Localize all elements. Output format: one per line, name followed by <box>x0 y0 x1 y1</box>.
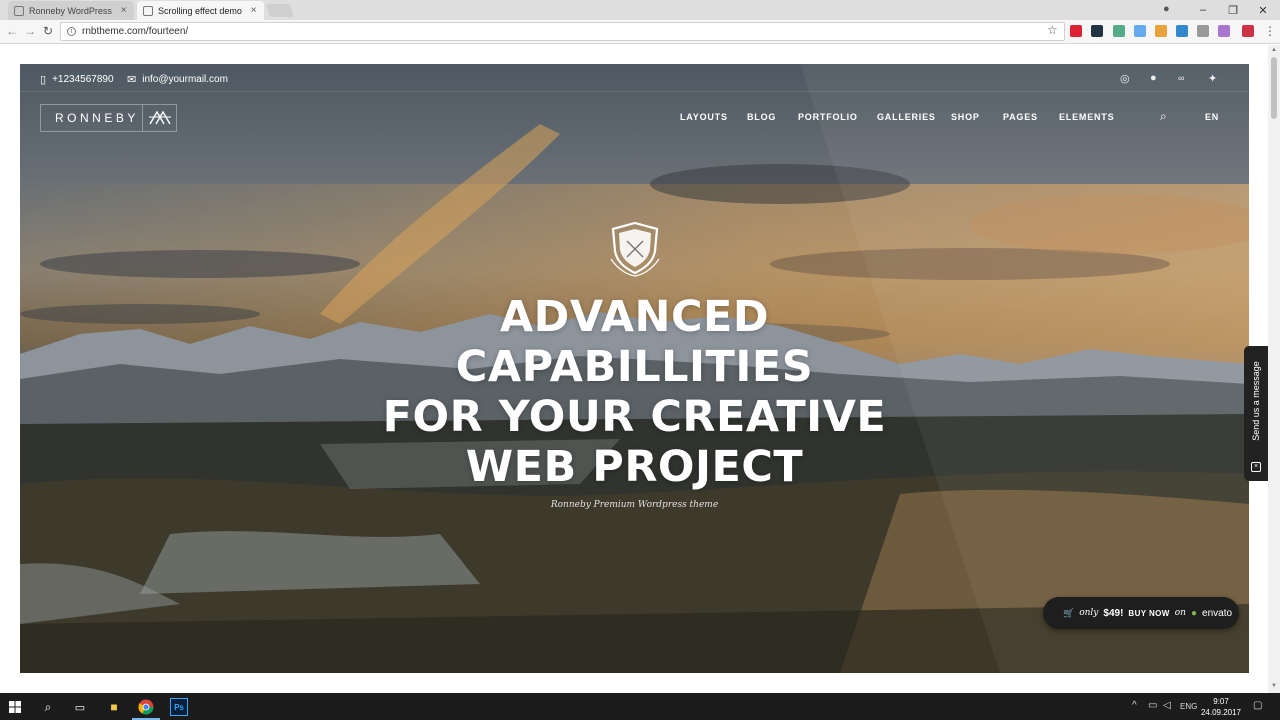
search-taskbar-icon[interactable]: ⌕ <box>39 698 57 716</box>
extension-badge-icon[interactable] <box>1242 25 1254 37</box>
scrollbar-thumb[interactable] <box>1271 57 1277 119</box>
buy-now-label: BUY NOW <box>1128 608 1170 618</box>
browser-menu-icon[interactable]: ⋮ <box>1264 24 1276 38</box>
envato-brand: envato <box>1202 607 1233 619</box>
site-info-icon[interactable]: i <box>67 27 76 36</box>
headline-line: CAPABILLITIES <box>455 342 814 392</box>
nav-pages[interactable]: PAGES <box>1003 112 1038 122</box>
hero-tagline: Ronneby Premium Wordpress theme <box>550 500 719 510</box>
nav-blog[interactable]: BLOG <box>747 112 776 122</box>
headline-line: WEB PROJECT <box>465 442 804 492</box>
scroll-up-icon[interactable]: ▲ <box>1271 47 1277 53</box>
restore-icon[interactable]: ❐ <box>1218 4 1248 17</box>
envato-leaf-icon: ● <box>1190 607 1198 619</box>
camera-extension-icon[interactable] <box>1197 25 1209 37</box>
logo-text: RONNEBY <box>55 111 139 125</box>
network-icon[interactable]: ▭ <box>1148 700 1157 711</box>
tab-ronneby[interactable]: Ronneby WordPress The × <box>8 1 134 20</box>
tab-scrolling-demo[interactable]: Scrolling effect demo × <box>137 1 264 20</box>
tab-close-icon[interactable]: × <box>249 5 258 16</box>
tab-favicon-icon <box>14 5 24 16</box>
twitter-icon[interactable]: ✦ <box>1208 72 1217 85</box>
new-tab-button[interactable] <box>265 4 295 17</box>
mail-icon: ✉ <box>127 74 137 86</box>
buy-price: $49! <box>1103 607 1124 619</box>
buy-on-label: on <box>1174 608 1186 618</box>
file-explorer-icon[interactable]: ■ <box>105 698 123 716</box>
extension-icon[interactable] <box>1155 25 1167 37</box>
hero-headline: ADVANCED CAPABILLITIES FOR YOUR CREATIVE… <box>20 292 1249 492</box>
dribbble-icon[interactable]: ◎ <box>1120 72 1130 85</box>
extension-icon[interactable] <box>1113 25 1125 37</box>
crest-emblem-icon <box>610 221 660 277</box>
minimize-icon[interactable]: – <box>1188 4 1218 16</box>
windows-taskbar: ⌕ ▭ ■ Ps ^ ▭ ◁ ENG 9:07 24.09.2017 ▢ <box>0 693 1280 720</box>
nav-shop[interactable]: SHOP <box>951 112 980 122</box>
skype-icon[interactable]: ● <box>1150 72 1157 84</box>
phone-number: +1234567890 <box>52 74 114 85</box>
profile-icon[interactable]: ● <box>1163 3 1170 15</box>
web-page: ▯ +1234567890 ✉ info@yourmail.com ◎ ● ∞ … <box>0 45 1280 693</box>
reload-icon[interactable]: ↻ <box>41 24 55 38</box>
photoshop-icon[interactable]: Ps <box>170 698 188 716</box>
extension-icon[interactable] <box>1091 25 1103 37</box>
window-controls: – ❐ ✕ <box>1188 0 1278 20</box>
clock-date: 24.09.2017 <box>1200 708 1242 717</box>
pen-extension-icon[interactable] <box>1218 25 1230 37</box>
nav-elements[interactable]: ELEMENTS <box>1059 112 1114 122</box>
task-view-icon[interactable]: ▭ <box>71 698 89 716</box>
nav-portfolio[interactable]: PORTFOLIO <box>798 112 858 122</box>
notifications-icon[interactable]: ▢ <box>1253 700 1262 711</box>
send-message-tab[interactable]: Send us a message × <box>1244 346 1268 481</box>
site-topbar: ▯ +1234567890 ✉ info@yourmail.com ◎ ● ∞ … <box>20 64 1249 92</box>
nav-layouts[interactable]: LAYOUTS <box>680 112 728 122</box>
volume-icon[interactable]: ◁ <box>1163 700 1171 711</box>
close-window-icon[interactable]: ✕ <box>1248 4 1278 17</box>
phone-icon: ▯ <box>40 74 47 86</box>
extension-icon[interactable] <box>1134 25 1146 37</box>
hero-section: ▯ +1234567890 ✉ info@yourmail.com ◎ ● ∞ … <box>20 64 1249 673</box>
site-logo[interactable]: RONNEBY <box>40 104 177 132</box>
tab-title: Scrolling effect demo <box>158 5 242 16</box>
phone-contact[interactable]: ▯ +1234567890 <box>40 73 114 86</box>
email-contact[interactable]: ✉ info@yourmail.com <box>127 73 228 86</box>
buy-only-label: only <box>1079 608 1099 618</box>
tab-title: Ronneby WordPress The <box>29 5 114 16</box>
headline-line: FOR YOUR CREATIVE <box>382 392 887 442</box>
tab-favicon-icon <box>143 5 153 16</box>
address-bar[interactable]: i rnbtheme.com/fourteen/ <box>60 22 1065 41</box>
chrome-icon[interactable] <box>137 698 155 716</box>
buy-now-button[interactable]: 🛒 only $49! BUY NOW on ● envato <box>1043 597 1239 629</box>
browser-tab-bar: Ronneby WordPress The × Scrolling effect… <box>0 0 1280 20</box>
back-icon[interactable]: ← <box>5 24 19 38</box>
extension-icon[interactable] <box>1176 25 1188 37</box>
email-address: info@yourmail.com <box>142 74 228 85</box>
send-message-label: Send us a message <box>1251 361 1261 441</box>
search-icon[interactable]: ⌕ <box>1160 109 1167 124</box>
input-language[interactable]: ENG <box>1180 702 1197 711</box>
system-clock[interactable]: 9:07 24.09.2017 <box>1196 696 1246 718</box>
url-text: rnbtheme.com/fourteen/ <box>82 26 189 37</box>
bookmark-star-icon[interactable]: ☆ <box>1047 23 1058 37</box>
browser-toolbar: ← → ↻ i rnbtheme.com/fourteen/ ☆ ⋮ <box>0 20 1280 44</box>
headline-line: ADVANCED <box>499 292 770 342</box>
chat-close-icon[interactable]: × <box>1251 462 1261 472</box>
extension-icon[interactable] <box>1070 25 1082 37</box>
scroll-down-icon[interactable]: ▼ <box>1271 683 1277 689</box>
forward-icon[interactable]: → <box>23 24 37 38</box>
lastfm-icon[interactable]: ∞ <box>1178 73 1184 83</box>
tab-close-icon[interactable]: × <box>119 5 128 16</box>
language-switcher[interactable]: EN <box>1205 112 1219 122</box>
tray-expand-icon[interactable]: ^ <box>1132 700 1137 711</box>
cart-icon: 🛒 <box>1063 607 1075 618</box>
windows-start-icon[interactable] <box>6 698 24 716</box>
nav-galleries[interactable]: GALLERIES <box>877 112 936 122</box>
page-scrollbar[interactable]: ▲ ▼ <box>1268 45 1280 693</box>
clock-time: 9:07 <box>1213 697 1229 706</box>
logo-mark-icon <box>142 105 176 131</box>
